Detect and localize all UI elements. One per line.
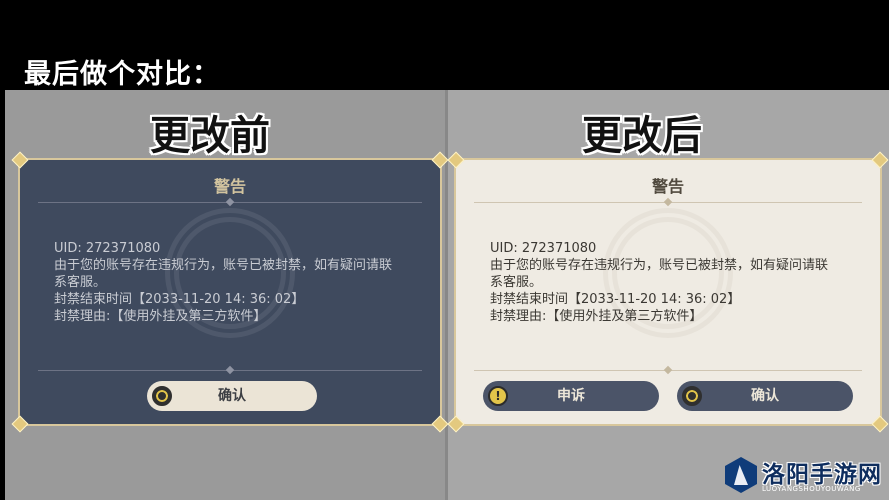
ban-reason: 封禁理由:【使用外挂及第三方软件】 [54, 309, 267, 324]
ban-end-time: 封禁结束时间【2033-11-20 14: 36: 02】 [54, 292, 305, 307]
ban-message-line: 系客服。 [54, 275, 107, 290]
appeal-button-label: 申诉 [557, 388, 585, 404]
ban-end-time: 封禁结束时间【2033-11-20 14: 36: 02】 [490, 292, 741, 307]
appeal-button[interactable]: 申诉 [483, 381, 659, 411]
confirm-button[interactable]: 确认 [677, 381, 853, 411]
divider [38, 197, 422, 207]
watermark-subtext: LUOYANGSHOUYOUWANG [762, 485, 861, 493]
warning-dialog-before: 警告 UID: 272371080 由于您的账号存在违规行为，账号已被封禁，如有… [11, 151, 449, 433]
page-title: 最后做个对比： [24, 59, 220, 90]
before-label: 更改前 [150, 113, 270, 159]
ban-reason: 封禁理由:【使用外挂及第三方软件】 [490, 309, 703, 324]
circle-icon [682, 386, 702, 406]
warning-dialog-after: 警告 UID: 272371080 由于您的账号存在违规行为，账号已被封禁，如有… [447, 151, 889, 433]
divider [474, 365, 862, 375]
ban-message-line: 系客服。 [490, 275, 543, 290]
ban-message-line: 由于您的账号存在违规行为，账号已被封禁，如有疑问请联 [54, 258, 393, 273]
uid-text: UID: 272371080 [54, 241, 161, 256]
dialog-title: 警告 [651, 177, 684, 196]
watermark-text: 洛阳手游网 [762, 462, 882, 488]
ban-message-line: 由于您的账号存在违规行为，账号已被封禁，如有疑问请联 [490, 258, 829, 273]
confirm-button[interactable]: 确认 [147, 381, 317, 411]
dialog-message: UID: 272371080 由于您的账号存在违规行为，账号已被封禁，如有疑问请… [490, 240, 860, 325]
uid-text: UID: 272371080 [490, 241, 597, 256]
dialog-title: 警告 [213, 177, 246, 196]
divider [38, 365, 422, 375]
confirm-button-label: 确认 [218, 388, 246, 404]
after-label: 更改后 [582, 113, 702, 159]
dialog-message: UID: 272371080 由于您的账号存在违规行为，账号已被封禁，如有疑问请… [54, 240, 420, 325]
divider [474, 197, 862, 207]
site-watermark: 洛阳手游网 LUOYANGSHOUYOUWANG [707, 455, 885, 498]
exclamation-icon [488, 381, 508, 411]
confirm-button-label: 确认 [751, 388, 779, 404]
site-logo-icon [725, 457, 757, 493]
circle-icon [152, 386, 172, 406]
